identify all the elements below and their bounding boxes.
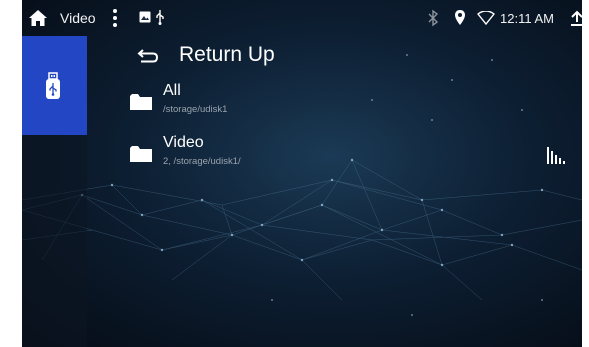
home-icon[interactable] — [28, 9, 48, 27]
folder-item-all[interactable]: All /storage/udisk1 — [130, 80, 410, 124]
screen: Video 12:11 AM Return Up All /storage/ud… — [22, 0, 582, 347]
sidebar — [22, 36, 87, 347]
usb-drive-icon — [46, 72, 60, 99]
location-icon — [455, 10, 465, 25]
equalizer-icon[interactable] — [546, 146, 570, 164]
upload-icon — [571, 10, 582, 26]
folder-path: /storage/udisk1 — [163, 104, 228, 115]
return-up-label: Return Up — [179, 43, 275, 66]
clock: 12:11 AM — [500, 11, 554, 26]
sidebar-item-usb[interactable] — [22, 36, 87, 135]
return-up-button[interactable]: Return Up — [137, 40, 337, 72]
app-title: Video — [60, 10, 96, 26]
wifi-icon — [477, 11, 495, 25]
folder-icon — [130, 94, 152, 110]
menu-dots-icon[interactable] — [112, 8, 118, 28]
bluetooth-icon — [428, 9, 439, 27]
return-icon — [137, 49, 159, 63]
usb-notification-icon — [156, 10, 164, 25]
folder-path: 2, /storage/udisk1/ — [163, 156, 241, 167]
folder-icon — [130, 146, 152, 162]
folder-name: Video — [163, 134, 204, 151]
image-notification-icon — [139, 11, 151, 23]
folder-item-video[interactable]: Video 2, /storage/udisk1/ — [130, 132, 410, 176]
status-bar: Video 12:11 AM — [22, 0, 582, 36]
folder-name: All — [163, 82, 181, 99]
